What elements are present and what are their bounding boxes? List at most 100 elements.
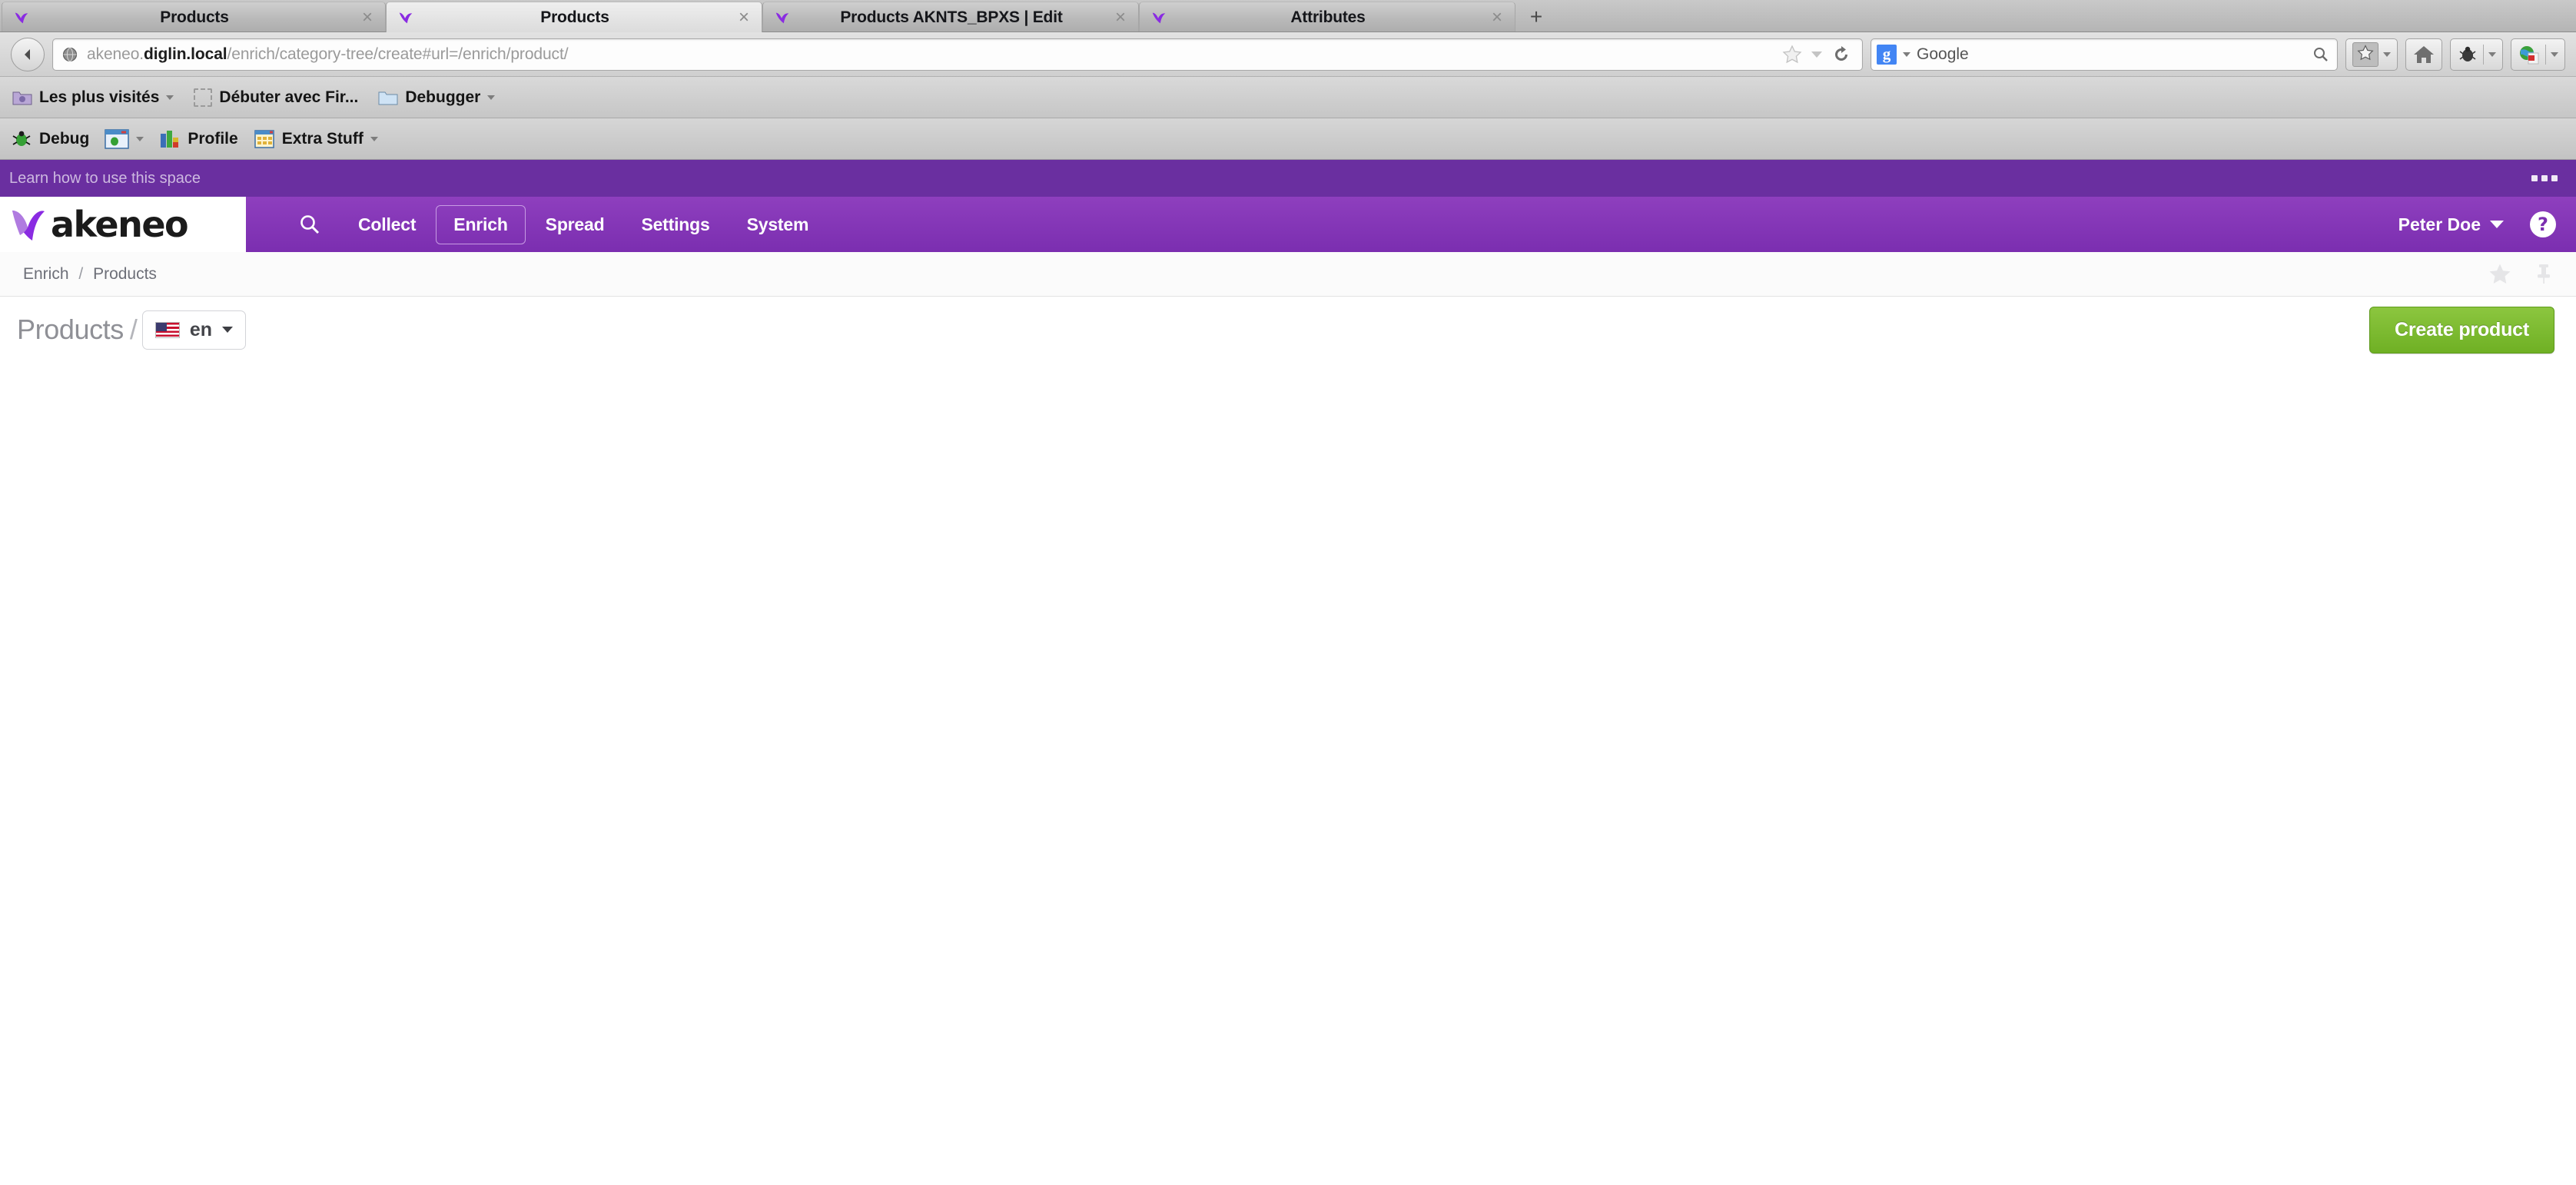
browser-search-bar[interactable]: g Google	[1871, 38, 2338, 71]
bookmark-label: Les plus visités	[39, 88, 160, 106]
extra-stuff-button[interactable]: Extra Stuff	[254, 129, 378, 149]
debug-window-button[interactable]	[105, 128, 144, 149]
close-icon[interactable]: ×	[735, 8, 752, 27]
nav-item-spread[interactable]: Spread	[529, 206, 622, 244]
nav-search-button[interactable]	[281, 213, 338, 236]
google-icon: g	[1877, 44, 1897, 65]
app-nav-items: Collect Enrich Spread Settings System	[246, 197, 825, 252]
browser-tab-strip: Products × Products × Products AKNTS_BPX…	[0, 0, 2576, 32]
breadcrumb-separator: /	[78, 264, 84, 283]
bookmark-label: Débuter avec Fir...	[219, 88, 359, 106]
extra-stuff-label: Extra Stuff	[281, 129, 363, 148]
user-name: Peter Doe	[2398, 214, 2481, 234]
locale-code: en	[189, 318, 213, 340]
breadcrumb-current: Products	[93, 264, 157, 283]
debug-label: Debug	[39, 129, 90, 148]
new-tab-button[interactable]: +	[1520, 4, 1552, 30]
browser-tab[interactable]: Products ×	[2, 2, 386, 32]
folder-icon	[378, 89, 398, 106]
akeneo-leaf-icon	[12, 211, 45, 241]
breadcrumb-actions	[2488, 263, 2554, 285]
home-icon	[2414, 45, 2434, 63]
nav-item-settings[interactable]: Settings	[624, 206, 726, 244]
user-menu[interactable]: Peter Doe	[2398, 214, 2504, 235]
debug-button[interactable]: Debug	[11, 129, 89, 149]
locale-switcher[interactable]: en	[141, 310, 247, 350]
chevron-down-icon[interactable]	[136, 136, 144, 141]
globe-icon	[62, 47, 78, 61]
bug-icon	[12, 131, 31, 146]
url-input[interactable]: akeneo.diglin.local/enrich/category-tree…	[87, 45, 1773, 64]
bookmarks-bar: Les plus visités Débuter avec Fir... Deb…	[0, 77, 2576, 118]
page-title: Products	[17, 314, 124, 345]
close-icon[interactable]: ×	[1112, 8, 1129, 27]
dotted-placeholder-icon	[194, 88, 213, 107]
close-icon[interactable]: ×	[359, 8, 376, 27]
chevron-down-icon[interactable]	[487, 95, 496, 100]
bookmark-get-started[interactable]: Débuter avec Fir...	[194, 88, 358, 107]
browser-chrome: Products × Products × Products AKNTS_BPX…	[0, 0, 2576, 160]
close-icon[interactable]: ×	[1489, 8, 1505, 27]
pin-icon[interactable]	[2533, 263, 2554, 285]
browser-tab-title: Products	[540, 8, 609, 26]
browser-tab[interactable]: Attributes ×	[1139, 2, 1515, 32]
reload-icon[interactable]	[1831, 45, 1851, 65]
akeneo-logo[interactable]: akeneo	[0, 197, 246, 252]
most-visited-folder-icon	[12, 89, 32, 106]
star-icon[interactable]	[2488, 263, 2511, 285]
firebug-button[interactable]	[2450, 38, 2503, 71]
akeneo-favicon	[397, 9, 414, 26]
help-circle-icon[interactable]: ?	[2530, 211, 2556, 237]
browser-tab[interactable]: Products AKNTS_BPXS | Edit ×	[762, 2, 1139, 32]
home-button[interactable]	[2405, 38, 2442, 71]
page-title-separator: /	[129, 314, 138, 345]
chevron-down-icon[interactable]	[2490, 221, 2504, 228]
us-flag-icon	[154, 321, 180, 338]
chevron-down-icon[interactable]	[1903, 51, 1910, 57]
breadcrumb-bar: Enrich / Products	[0, 252, 2576, 297]
pdf-download-button[interactable]	[2511, 38, 2565, 71]
chevron-down-icon[interactable]	[1811, 51, 1822, 58]
breadcrumb-parent[interactable]: Enrich	[23, 265, 69, 283]
chevron-down-icon[interactable]	[2551, 51, 2558, 57]
profile-label: Profile	[188, 129, 238, 148]
akeneo-favicon	[13, 9, 30, 26]
globe-pdf-icon	[2520, 45, 2539, 64]
create-product-button[interactable]: Create product	[2369, 306, 2554, 354]
nav-item-collect[interactable]: Collect	[341, 206, 433, 244]
back-button[interactable]	[11, 37, 45, 71]
browser-tab-title: Attributes	[1290, 8, 1366, 26]
ellipsis-icon[interactable]	[2531, 175, 2558, 181]
url-bar[interactable]: akeneo.diglin.local/enrich/category-tree…	[52, 38, 1863, 71]
url-path: /enrich/category-tree/create#url=/enrich…	[227, 45, 569, 63]
profile-button[interactable]: Profile	[159, 129, 238, 149]
url-host: diglin.local	[144, 45, 227, 63]
divider	[2483, 44, 2484, 65]
bookmark-label: Debugger	[405, 88, 481, 106]
nav-item-system[interactable]: System	[730, 206, 826, 244]
chevron-down-icon[interactable]	[166, 95, 174, 100]
browser-tab-title: Products AKNTS_BPXS | Edit	[840, 8, 1063, 26]
akeneo-app: Learn how to use this space akeneo Colle…	[0, 160, 2576, 1170]
divider	[2545, 44, 2546, 65]
search-icon[interactable]	[2312, 46, 2329, 63]
chevron-down-icon[interactable]	[222, 327, 234, 333]
browser-tab-title: Products	[160, 8, 229, 26]
nav-item-enrich[interactable]: Enrich	[436, 204, 526, 244]
star-filled-icon	[2352, 41, 2378, 67]
chevron-down-icon[interactable]	[370, 136, 378, 141]
bookmark-debugger[interactable]: Debugger	[378, 88, 496, 107]
chart-icon	[161, 130, 179, 148]
bookmarks-sidebar-button[interactable]	[2345, 38, 2398, 71]
akeneo-favicon	[774, 9, 791, 26]
chevron-down-icon[interactable]	[2488, 51, 2496, 57]
app-navbar: akeneo Collect Enrich Spread Settings Sy…	[0, 197, 2576, 252]
url-bar-actions	[1782, 45, 1854, 65]
learn-banner-link[interactable]: Learn how to use this space	[9, 170, 201, 188]
grid-icon	[254, 129, 274, 148]
bookmark-most-visited[interactable]: Les plus visités	[12, 88, 174, 107]
browser-tab-active[interactable]: Products ×	[386, 2, 762, 32]
search-input[interactable]: Google	[1917, 45, 2306, 64]
chevron-down-icon[interactable]	[2383, 51, 2391, 57]
star-outline-icon[interactable]	[1782, 45, 1802, 64]
